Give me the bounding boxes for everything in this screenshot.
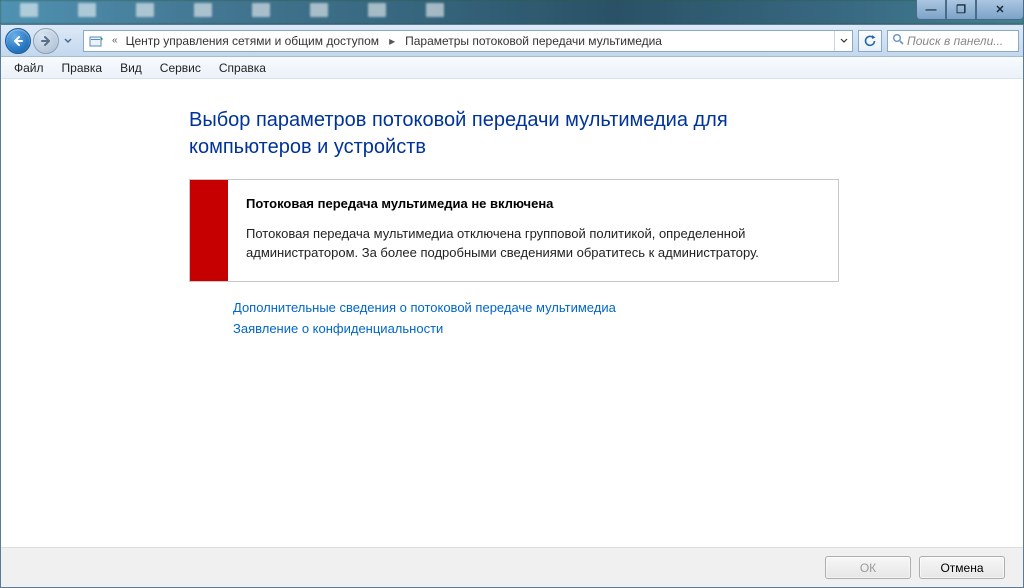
link-more-info[interactable]: Дополнительные сведения о потоковой пере… [233,300,993,315]
minimize-button[interactable]: — [916,0,946,20]
search-icon [892,33,904,48]
cancel-button[interactable]: Отмена [919,556,1005,579]
chevron-down-icon [840,38,848,44]
search-placeholder: Поиск в панели... [907,34,1003,48]
search-input[interactable]: Поиск в панели... [887,30,1019,52]
alert-box: Потоковая передача мультимедиа не включе… [189,179,839,282]
address-bar[interactable]: « Центр управления сетями и общим доступ… [83,30,853,52]
menu-bar: Файл Правка Вид Сервис Справка [1,57,1023,79]
forward-arrow-icon [40,35,52,47]
close-button[interactable]: ✕ [976,0,1024,20]
menu-tools[interactable]: Сервис [152,59,209,77]
menu-edit[interactable]: Правка [54,59,111,77]
back-button[interactable] [5,28,31,54]
breadcrumb-current[interactable]: Параметры потоковой передачи мультимедиа [401,34,666,48]
control-panel-window: « Центр управления сетями и общим доступ… [0,24,1024,588]
breadcrumb-separator-icon: ▸ [383,34,401,48]
back-arrow-icon [12,35,24,47]
page-title: Выбор параметров потоковой передачи муль… [189,107,849,161]
link-list: Дополнительные сведения о потоковой пере… [233,300,993,336]
refresh-icon [863,34,877,48]
navigation-toolbar: « Центр управления сетями и общим доступ… [1,25,1023,57]
maximize-icon: ❐ [956,3,966,16]
alert-heading: Потоковая передача мультимедиа не включе… [246,196,820,211]
address-dropdown-button[interactable] [834,31,852,51]
address-overflow-icon: « [108,35,122,46]
dialog-footer: ОК Отмена [1,547,1023,587]
minimize-icon: — [926,4,937,16]
address-folder-icon [86,32,106,50]
menu-view[interactable]: Вид [112,59,150,77]
refresh-button[interactable] [858,30,882,52]
alert-severity-stripe [190,180,228,281]
menu-file[interactable]: Файл [6,59,52,77]
content-area: Выбор параметров потоковой передачи муль… [1,79,1023,547]
link-privacy[interactable]: Заявление о конфиденциальности [233,321,993,336]
chevron-down-icon [64,38,72,44]
breadcrumb-parent[interactable]: Центр управления сетями и общим доступом [122,34,384,48]
close-icon: ✕ [995,3,1004,16]
window-controls-group: — ❐ ✕ [916,0,1024,20]
alert-text: Потоковая передача мультимедиа отключена… [246,225,806,263]
ok-button[interactable]: ОК [825,556,911,579]
nav-history-dropdown[interactable] [61,30,75,52]
taskbar-icons-blur [20,3,444,17]
maximize-button[interactable]: ❐ [946,0,976,20]
alert-body: Потоковая передача мультимедиа не включе… [228,180,838,281]
forward-button[interactable] [33,28,59,54]
menu-help[interactable]: Справка [211,59,274,77]
